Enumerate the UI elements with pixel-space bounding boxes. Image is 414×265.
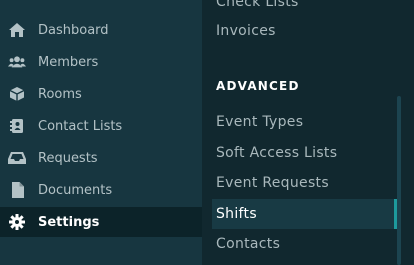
address-book-icon [8, 117, 26, 135]
sidebar-item-rooms[interactable]: Rooms [0, 79, 202, 109]
sidebar-item-label: Settings [38, 214, 100, 230]
submenu-item-check-lists[interactable]: Check Lists [212, 0, 397, 17]
sidebar-item-label: Members [38, 54, 99, 70]
users-icon [8, 53, 26, 71]
submenu-item-label: Contacts [216, 236, 281, 252]
submenu-item-soft-access-lists[interactable]: Soft Access Lists [212, 138, 397, 168]
submenu-item-label: Event Types [216, 114, 304, 130]
submenu-scrollbar[interactable] [397, 96, 401, 265]
inbox-icon [8, 149, 26, 167]
sidebar-item-label: Contact Lists [38, 118, 123, 134]
submenu-item-label: Event Requests [216, 175, 329, 191]
submenu-item-contacts[interactable]: Contacts [212, 229, 397, 259]
sidebar-item-settings[interactable]: Settings [0, 207, 202, 237]
sidebar-item-label: Documents [38, 182, 113, 198]
sidebar-item-requests[interactable]: Requests [0, 143, 202, 173]
app-window: Dashboard Members Rooms Contact Lists Re… [0, 0, 414, 265]
sidebar: Dashboard Members Rooms Contact Lists Re… [0, 0, 202, 265]
cube-icon [8, 85, 26, 103]
submenu-item-invoices[interactable]: Invoices [212, 16, 397, 46]
sidebar-item-dashboard[interactable]: Dashboard [0, 15, 202, 45]
file-icon [8, 181, 26, 199]
gear-icon [8, 213, 26, 231]
submenu-item-event-types[interactable]: Event Types [212, 107, 397, 137]
submenu-item-label: Check Lists [216, 0, 299, 10]
submenu-item-label: Shifts [216, 206, 257, 222]
sidebar-item-members[interactable]: Members [0, 47, 202, 77]
submenu-item-label: Invoices [216, 23, 276, 39]
sidebar-item-label: Rooms [38, 86, 82, 102]
submenu-item-label: Soft Access Lists [216, 145, 338, 161]
section-heading-advanced: ADVANCED [216, 79, 300, 93]
settings-submenu: Check Lists Invoices ADVANCED Event Type… [202, 0, 414, 265]
sidebar-item-contact-lists[interactable]: Contact Lists [0, 111, 202, 141]
sidebar-item-documents[interactable]: Documents [0, 175, 202, 205]
sidebar-item-label: Requests [38, 150, 98, 166]
sidebar-item-label: Dashboard [38, 22, 109, 38]
submenu-item-shifts[interactable]: Shifts [212, 199, 397, 229]
home-icon [8, 21, 26, 39]
submenu-item-event-requests[interactable]: Event Requests [212, 168, 397, 198]
